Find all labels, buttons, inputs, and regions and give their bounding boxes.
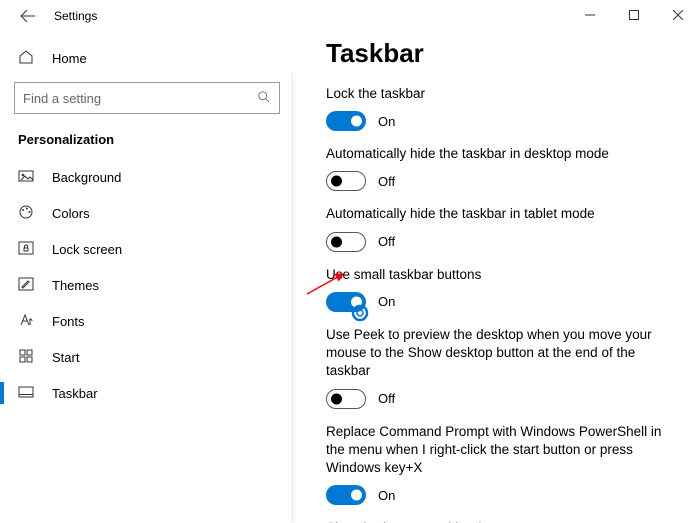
page-title: Taskbar [326, 38, 674, 69]
sidebar-item-label: Fonts [52, 314, 85, 329]
toggle-state: On [378, 488, 395, 503]
minimize-icon [585, 10, 595, 20]
titlebar: Settings [0, 0, 700, 32]
sidebar-item-themes[interactable]: Themes [0, 267, 290, 303]
home-label: Home [52, 51, 87, 66]
setting-label: Lock the taskbar [326, 85, 674, 103]
back-button[interactable] [14, 2, 42, 30]
toggle[interactable] [326, 171, 366, 191]
toggle[interactable] [326, 389, 366, 409]
toggle[interactable] [326, 485, 366, 505]
main-panel: Taskbar Lock the taskbar On Automatically … [290, 32, 700, 523]
sidebar-item-lock-screen[interactable]: Lock screen [0, 231, 290, 267]
home-nav[interactable]: Home [0, 40, 290, 76]
close-icon [673, 10, 683, 20]
toggle[interactable] [326, 292, 366, 312]
search-input[interactable]: Find a setting [14, 82, 280, 114]
sidebar: Home Find a setting Personalization Back… [0, 32, 290, 523]
setting-label: Automatically hide the taskbar in deskto… [326, 145, 674, 163]
sidebar-item-fonts[interactable]: Fonts [0, 303, 290, 339]
toggle-knob [331, 176, 342, 187]
search-icon [257, 90, 271, 107]
sidebar-item-label: Lock screen [52, 242, 122, 257]
grid-icon [18, 348, 36, 367]
toggle-row: Off [326, 232, 674, 252]
setting-label: Show badges on taskbar buttons [326, 519, 674, 523]
setting-row: Show badges on taskbar buttonsOn [326, 519, 674, 523]
setting-label: Use Peek to preview the desktop when you… [326, 326, 674, 381]
toggle-knob [331, 236, 342, 247]
toggle-row: Off [326, 389, 674, 409]
brush-icon [18, 276, 36, 295]
toggle-knob [351, 116, 362, 127]
sidebar-item-colors[interactable]: Colors [0, 195, 290, 231]
setting-row: Replace Command Prompt with Windows Powe… [326, 423, 674, 506]
toggle-state: Off [378, 174, 395, 189]
window-controls [568, 0, 700, 30]
sidebar-item-label: Taskbar [52, 386, 98, 401]
toggle-state: On [378, 114, 395, 129]
category-title: Personalization [0, 120, 290, 159]
minimize-button[interactable] [568, 0, 612, 30]
taskbar-icon [18, 384, 36, 403]
sidebar-item-label: Colors [52, 206, 90, 221]
maximize-icon [629, 10, 639, 20]
toggle-knob [351, 490, 362, 501]
sidebar-item-label: Background [52, 170, 121, 185]
window-title: Settings [54, 9, 97, 23]
toggle-row: On [326, 111, 674, 131]
sidebar-item-label: Themes [52, 278, 99, 293]
setting-row: Automatically hide the taskbar in deskto… [326, 145, 674, 191]
toggle-row: On [326, 485, 674, 505]
image-icon [18, 168, 36, 187]
toggle[interactable] [326, 111, 366, 131]
arrow-left-icon [20, 8, 36, 24]
toggle-state: Off [378, 391, 395, 406]
lock-icon [18, 240, 36, 259]
setting-label: Replace Command Prompt with Windows Powe… [326, 423, 674, 478]
close-button[interactable] [656, 0, 700, 30]
home-icon [18, 49, 36, 68]
maximize-button[interactable] [612, 0, 656, 30]
setting-label: Automatically hide the taskbar in tablet… [326, 205, 674, 223]
toggle-state: Off [378, 234, 395, 249]
font-icon [18, 312, 36, 331]
sidebar-item-label: Start [52, 350, 79, 365]
setting-row: Lock the taskbar On [326, 85, 674, 131]
toggle-row: Off [326, 171, 674, 191]
setting-row: Use small taskbar buttons On [326, 266, 674, 312]
toggle-knob [331, 393, 342, 404]
palette-icon [18, 204, 36, 223]
scroll-shadow [290, 72, 291, 523]
toggle-row: On [326, 292, 674, 312]
search-placeholder: Find a setting [23, 91, 101, 106]
sidebar-item-start[interactable]: Start [0, 339, 290, 375]
sidebar-item-background[interactable]: Background [0, 159, 290, 195]
toggle[interactable] [326, 232, 366, 252]
setting-label: Use small taskbar buttons [326, 266, 674, 284]
toggle-knob [351, 296, 362, 307]
setting-row: Automatically hide the taskbar in tablet… [326, 205, 674, 251]
sidebar-item-taskbar[interactable]: Taskbar [0, 375, 290, 411]
toggle-state: On [378, 294, 395, 309]
setting-row: Use Peek to preview the desktop when you… [326, 326, 674, 409]
